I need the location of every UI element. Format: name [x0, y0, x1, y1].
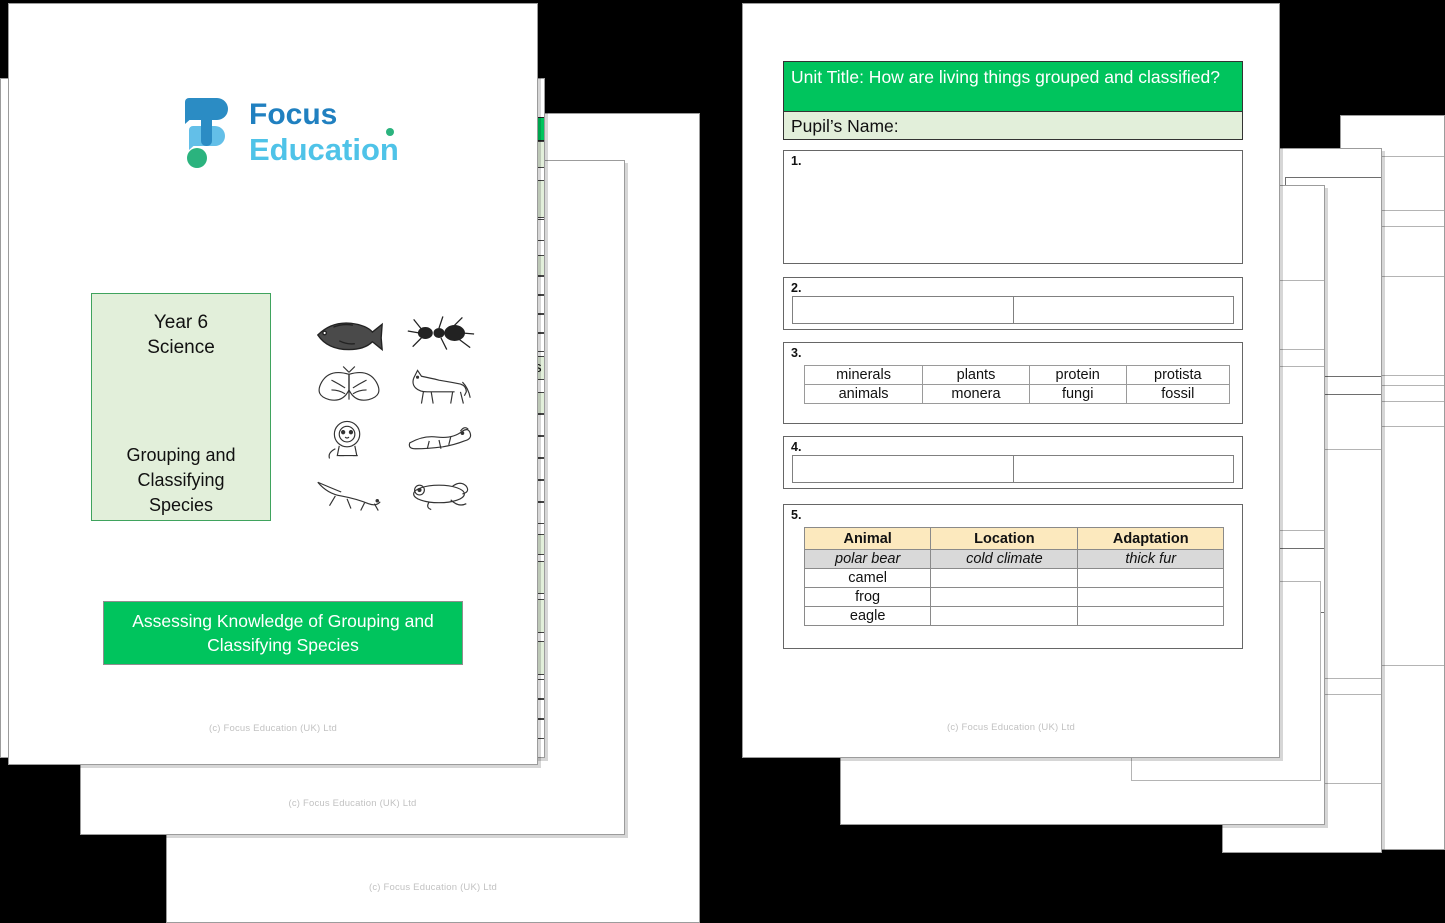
table-row: eagle	[803, 606, 1224, 626]
page-footer: (c) Focus Education (UK) Ltd	[208, 723, 338, 734]
focus-education-logo-svg: Focus Education	[185, 98, 399, 168]
question-box-1[interactable]: 1.	[783, 150, 1243, 264]
answer-cell-left[interactable]	[793, 297, 1013, 323]
animal-adaptation-table[interactable]: Animal Location Adaptation polar bear co…	[803, 527, 1224, 626]
answer-cell-left[interactable]	[793, 456, 1013, 482]
adaptation-cell[interactable]	[1077, 568, 1224, 588]
cover-page[interactable]: Focus Education Year 6 Science Grouping …	[8, 3, 538, 765]
ant-icon	[394, 306, 484, 359]
location-cell[interactable]	[930, 587, 1079, 607]
page-footer: (c) Focus Education (UK) Ltd	[368, 882, 498, 893]
word-cell[interactable]: fossil	[1125, 384, 1231, 404]
answer-split-row[interactable]	[792, 296, 1234, 324]
focus-education-logo: Focus Education	[179, 92, 409, 174]
animal-cell[interactable]: camel	[803, 568, 932, 588]
word-cell[interactable]: minerals	[803, 365, 924, 385]
location-cell[interactable]: cold climate	[930, 549, 1079, 569]
document-stack-canvas: m (c) Focus Education (UK) Ltd Unit Titl…	[0, 0, 1445, 923]
question-box-4[interactable]: 4.	[783, 436, 1243, 489]
table-row: minerals plants protein protista	[803, 365, 1231, 385]
adaptation-cell[interactable]	[1077, 606, 1224, 626]
animal-illustrations-grid	[304, 306, 484, 518]
question-number: 3.	[791, 346, 802, 360]
column-header-animal: Animal	[803, 527, 932, 550]
answer-cell-right[interactable]	[1012, 456, 1234, 482]
table-header-row: Animal Location Adaptation	[803, 527, 1224, 550]
question-number: 4.	[791, 440, 802, 454]
svg-text:Education: Education	[249, 132, 399, 167]
assessment-banner: Assessing Knowledge of Grouping and Clas…	[103, 601, 463, 665]
table-row: polar bear cold climate thick fur	[803, 549, 1224, 569]
year-label: Year 6	[153, 312, 209, 333]
subject-label: Science	[147, 337, 215, 358]
location-cell[interactable]	[930, 606, 1079, 626]
unit-title-header: Unit Title: How are living things groupe…	[783, 61, 1243, 112]
dragon-icon	[394, 412, 484, 465]
lion-icon	[304, 412, 394, 465]
adaptation-cell[interactable]: thick fur	[1077, 549, 1224, 569]
topic-line-1: Grouping and	[126, 445, 236, 465]
butterfly-icon	[304, 359, 394, 412]
page-footer: (c) Focus Education (UK) Ltd	[288, 798, 417, 809]
table-row: animals monera fungi fossil	[803, 384, 1231, 404]
animal-cell[interactable]: eagle	[803, 606, 932, 626]
question-number: 2.	[791, 281, 802, 295]
subject-title-box: Year 6 Science Grouping and Classifying …	[91, 293, 271, 521]
topic-line-2: Classifying	[137, 470, 225, 490]
word-cell[interactable]: protein	[1028, 365, 1127, 385]
answer-cell-right[interactable]	[1012, 297, 1234, 323]
newt-icon	[304, 465, 394, 518]
column-header-location: Location	[930, 527, 1079, 550]
word-cell[interactable]: monera	[922, 384, 1030, 404]
question-box-2[interactable]: 2.	[783, 277, 1243, 330]
answer-split-row[interactable]	[792, 455, 1234, 483]
question-number: 5.	[791, 508, 802, 522]
animal-cell[interactable]: frog	[803, 587, 932, 607]
animal-cell[interactable]: polar bear	[803, 549, 932, 569]
table-row: camel	[803, 568, 1224, 588]
pupil-name-row[interactable]: Pupil’s Name:	[783, 112, 1243, 140]
page-footer: (c) Focus Education (UK) Ltd	[946, 722, 1076, 733]
question-box-5[interactable]: 5. Animal Location Adaptation polar bear…	[783, 504, 1243, 649]
assessment-sheet-page[interactable]: Unit Title: How are living things groupe…	[742, 3, 1280, 758]
word-cell[interactable]: animals	[803, 384, 924, 404]
svg-text:Focus: Focus	[249, 98, 337, 131]
table-row: frog	[803, 587, 1224, 607]
question-number: 1.	[791, 154, 802, 168]
location-cell[interactable]	[930, 568, 1079, 588]
adaptation-cell[interactable]	[1077, 587, 1224, 607]
question-box-3[interactable]: 3. minerals plants protein protista anim…	[783, 342, 1243, 424]
word-cell[interactable]: protista	[1125, 365, 1231, 385]
column-header-adaptation: Adaptation	[1077, 527, 1224, 550]
word-cell[interactable]: plants	[922, 365, 1030, 385]
horse-icon	[394, 359, 484, 412]
word-bank-table[interactable]: minerals plants protein protista animals…	[803, 365, 1231, 404]
fish-icon	[304, 306, 394, 359]
frog-icon	[394, 465, 484, 518]
word-cell[interactable]: fungi	[1028, 384, 1127, 404]
topic-line-3: Species	[148, 495, 214, 515]
